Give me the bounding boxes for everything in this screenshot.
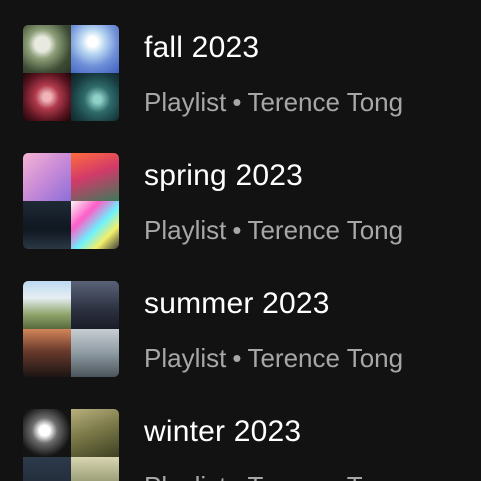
cover-art-tile — [23, 457, 71, 481]
separator-dot: • — [232, 87, 242, 117]
cover-art-tile — [23, 329, 71, 377]
cover-art-tile — [23, 201, 71, 249]
playlist-row-fall-2023[interactable]: fall 2023 Playlist • Terence Tong — [0, 0, 481, 121]
playlist-owner: Terence Tong — [247, 87, 404, 117]
playlist-row-winter-2023[interactable]: winter 2023 Playlist • Terence Tong — [0, 384, 481, 481]
playlist-cover-mosaic — [23, 281, 119, 377]
playlist-cover-mosaic — [23, 153, 119, 249]
playlist-row-spring-2023[interactable]: spring 2023 Playlist • Terence Tong — [0, 128, 481, 249]
playlist-owner: Terence Tong — [247, 471, 403, 481]
cover-art-tile — [23, 153, 71, 201]
separator-dot: • — [232, 343, 242, 373]
playlist-type: Playlist — [144, 87, 227, 117]
playlist-title: fall 2023 — [144, 31, 260, 64]
separator-dot: • — [232, 470, 241, 481]
cover-art-tile — [23, 73, 71, 121]
cover-art-tile — [71, 457, 119, 481]
cover-art-tile — [23, 25, 71, 73]
cover-art-tile — [71, 409, 119, 457]
playlist-title: summer 2023 — [144, 287, 330, 320]
cover-art-tile — [71, 25, 119, 73]
cover-art-tile — [71, 329, 119, 377]
playlist-type: Playlist — [144, 215, 227, 245]
cover-art-tile — [23, 281, 71, 329]
playlist-title: winter 2023 — [144, 415, 302, 448]
playlist-owner: Terence Tong — [247, 343, 404, 373]
cover-art-tile — [71, 153, 119, 201]
playlist-subtitle: Playlist•Terence Tong — [144, 342, 403, 374]
cover-art-tile — [23, 409, 71, 457]
playlist-type: Playlist — [144, 471, 226, 481]
playlist-cover-mosaic — [23, 409, 119, 481]
cover-art-tile — [71, 73, 119, 121]
playlist-cover-mosaic — [23, 25, 119, 121]
playlist-type: Playlist — [144, 343, 227, 373]
playlist-subtitle: Playlist•Terence Tong — [144, 214, 403, 246]
cover-art-tile — [71, 281, 119, 329]
cover-art-tile — [71, 201, 119, 249]
playlist-row-summer-2023[interactable]: summer 2023 Playlist • Terence Tong — [0, 256, 481, 377]
playlist-owner: Terence Tong — [247, 215, 404, 245]
playlist-subtitle: Playlist•Terence Tong — [144, 86, 403, 118]
separator-dot: • — [232, 215, 242, 245]
playlist-subtitle: Playlist • Terence Tong — [144, 470, 403, 481]
playlist-title: spring 2023 — [144, 159, 303, 192]
